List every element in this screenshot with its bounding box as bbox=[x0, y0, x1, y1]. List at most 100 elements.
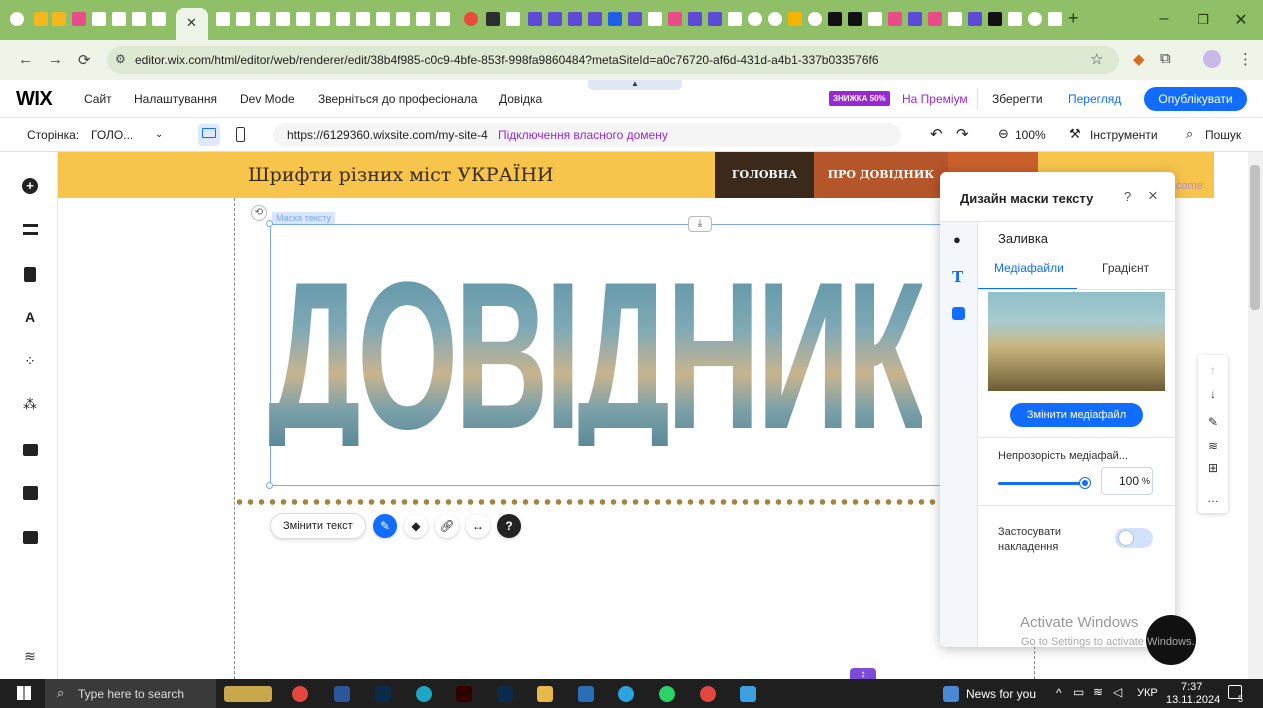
tools-button[interactable]: Інструменти bbox=[1090, 128, 1158, 142]
redo-icon[interactable]: ↷ bbox=[956, 125, 969, 143]
cms-icon[interactable] bbox=[21, 484, 39, 502]
new-tab-icon[interactable]: + bbox=[1068, 8, 1079, 29]
search-icon[interactable]: ⌕ bbox=[1186, 126, 1193, 142]
whatsapp-icon[interactable] bbox=[659, 686, 675, 702]
mobile-view-icon[interactable] bbox=[236, 127, 245, 142]
tab-favicon[interactable] bbox=[688, 12, 702, 26]
bookmark-star-icon[interactable]: ☆ bbox=[1090, 50, 1103, 68]
maximize-icon[interactable]: ❐ bbox=[1188, 12, 1218, 28]
tab-favicon[interactable] bbox=[152, 12, 166, 26]
window-close-icon[interactable]: ✕ bbox=[1226, 10, 1256, 30]
profile-avatar-icon[interactable] bbox=[1203, 50, 1221, 68]
news-icon[interactable] bbox=[943, 686, 959, 702]
portfolio-icon[interactable] bbox=[21, 528, 39, 546]
chrome-icon[interactable] bbox=[700, 686, 716, 702]
file-explorer-icon[interactable] bbox=[537, 686, 553, 702]
browser-menu-icon[interactable]: ⋮ bbox=[1238, 50, 1253, 68]
welcome-text-fragment[interactable]: come bbox=[1176, 180, 1203, 192]
tab-favicon[interactable] bbox=[708, 12, 722, 26]
tab-favicon[interactable] bbox=[236, 12, 250, 26]
panel-close-icon[interactable]: × bbox=[1148, 186, 1158, 206]
tab-favicon[interactable] bbox=[968, 12, 982, 26]
site-design-icon[interactable]: A bbox=[21, 308, 39, 326]
tab-favicon[interactable] bbox=[848, 12, 862, 26]
site-title[interactable]: Шрифти різних міст УКРАЇНИ bbox=[248, 164, 554, 186]
tab-favicon[interactable] bbox=[1048, 12, 1062, 26]
clock-date[interactable]: 13.11.2024 bbox=[1166, 694, 1220, 706]
app-icon[interactable] bbox=[578, 686, 594, 702]
search-button[interactable]: Пошук bbox=[1205, 128, 1241, 142]
design-pen-icon[interactable]: ✎ bbox=[373, 514, 397, 538]
tab-favicon[interactable] bbox=[486, 12, 500, 26]
tools-icon[interactable]: ⚒ bbox=[1069, 126, 1081, 142]
tab-favicon[interactable] bbox=[748, 12, 762, 26]
menu-help[interactable]: Довідка bbox=[499, 92, 542, 106]
add-elements-icon[interactable]: + bbox=[21, 177, 39, 195]
volume-icon[interactable]: ◁ bbox=[1113, 685, 1122, 699]
menu-settings[interactable]: Налаштування bbox=[134, 92, 217, 106]
wifi-icon[interactable]: ≋ bbox=[1093, 685, 1103, 699]
resize-handle[interactable] bbox=[266, 482, 273, 489]
tab-favicon[interactable] bbox=[628, 12, 642, 26]
nav-about-guide[interactable]: ПРО ДОВІДНИК bbox=[814, 152, 948, 198]
tab-favicon[interactable] bbox=[728, 12, 742, 26]
site-info-icon[interactable]: ⚙ bbox=[115, 52, 126, 66]
overlay-toggle-knob[interactable] bbox=[1118, 530, 1134, 546]
tab-favicon[interactable] bbox=[316, 12, 330, 26]
telegram-icon[interactable] bbox=[618, 686, 634, 702]
wix-logo[interactable]: WIX bbox=[16, 88, 53, 111]
tray-chevron-icon[interactable]: ^ bbox=[1056, 686, 1062, 700]
back-icon[interactable]: ← bbox=[18, 51, 33, 68]
tab-favicon[interactable] bbox=[1028, 12, 1042, 26]
pages-icon[interactable] bbox=[21, 265, 39, 283]
url-field[interactable]: ⚙ editor.wix.com/html/editor/web/rendere… bbox=[107, 46, 1119, 74]
link-icon[interactable]: 🔗︎ bbox=[435, 514, 459, 538]
tab-favicon[interactable] bbox=[416, 12, 430, 26]
tab-favicon[interactable] bbox=[52, 12, 66, 26]
tab-favicon[interactable] bbox=[908, 12, 922, 26]
tab-favicon[interactable] bbox=[528, 12, 542, 26]
tab-media[interactable]: Медіафайли bbox=[994, 261, 1064, 275]
edit-pen-icon[interactable]: ✎ bbox=[1198, 415, 1228, 429]
tab-favicon[interactable] bbox=[72, 12, 86, 26]
tab-search-icon[interactable] bbox=[10, 12, 24, 26]
active-tab[interactable]: ✕ bbox=[176, 8, 208, 40]
tab-favicon[interactable] bbox=[92, 12, 106, 26]
photoshop-icon[interactable] bbox=[497, 686, 513, 702]
windows-start-icon[interactable] bbox=[17, 686, 31, 700]
animation-icon[interactable]: ◆ bbox=[404, 514, 428, 538]
fill-drop-icon[interactable]: ● bbox=[953, 232, 961, 247]
tab-favicon[interactable] bbox=[588, 12, 602, 26]
forward-icon[interactable]: → bbox=[48, 51, 63, 68]
chrome-icon[interactable] bbox=[292, 686, 308, 702]
language-indicator[interactable]: УКР bbox=[1137, 687, 1158, 699]
tab-favicon[interactable] bbox=[828, 12, 842, 26]
tab-favicon[interactable] bbox=[436, 12, 450, 26]
tab-favicon[interactable] bbox=[396, 12, 410, 26]
tab-favicon[interactable] bbox=[648, 12, 662, 26]
chevron-down-icon[interactable]: ⌄ bbox=[155, 129, 163, 140]
promo-badge[interactable]: ЗНИЖКА 50% bbox=[829, 91, 890, 106]
scrollbar-thumb[interactable] bbox=[1250, 165, 1260, 310]
text-style-icon[interactable]: T bbox=[952, 268, 963, 286]
download-handle-icon[interactable]: ⤓ bbox=[688, 216, 712, 232]
apps-icon[interactable]: ⁘ bbox=[21, 352, 39, 370]
save-button[interactable]: Зберегти bbox=[992, 92, 1043, 106]
news-widget[interactable]: News for you bbox=[966, 687, 1036, 701]
layers-icon[interactable]: ≋ bbox=[21, 647, 39, 665]
tab-favicon[interactable] bbox=[276, 12, 290, 26]
text-mask-content[interactable]: ДОВІДНИК bbox=[268, 251, 926, 461]
tab-favicon[interactable] bbox=[336, 12, 350, 26]
opacity-input[interactable]: 100 % bbox=[1101, 467, 1153, 495]
media-icon[interactable] bbox=[21, 441, 39, 459]
tab-favicon[interactable] bbox=[948, 12, 962, 26]
preview-button[interactable]: Перегляд bbox=[1068, 92, 1121, 106]
tab-close-icon[interactable]: ✕ bbox=[186, 15, 197, 31]
panel-help-icon[interactable]: ? bbox=[1124, 189, 1131, 204]
page-selector[interactable]: ГОЛО... bbox=[91, 128, 133, 142]
tab-favicon[interactable] bbox=[988, 12, 1002, 26]
opacity-slider-track[interactable] bbox=[998, 482, 1086, 485]
upgrade-link[interactable]: На Преміум bbox=[902, 92, 968, 106]
tab-favicon[interactable] bbox=[568, 12, 582, 26]
resize-handle[interactable] bbox=[266, 220, 273, 227]
